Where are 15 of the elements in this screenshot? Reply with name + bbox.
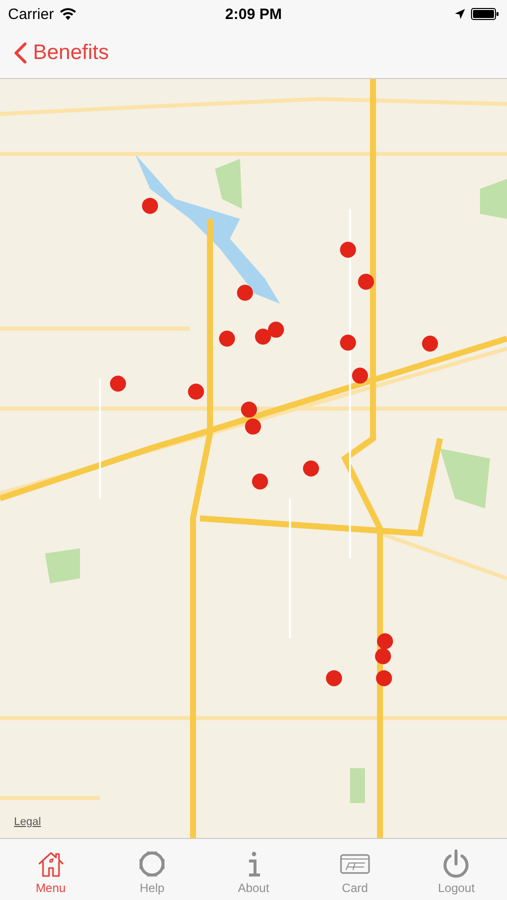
location-arrow-icon bbox=[455, 9, 465, 19]
tab-item[interactable]: Menu bbox=[0, 839, 102, 900]
tab-item[interactable]: Logout bbox=[406, 839, 507, 900]
wifi-icon bbox=[60, 8, 76, 20]
battery-icon bbox=[471, 8, 499, 20]
clock-time: 2:09 PM bbox=[225, 6, 282, 22]
back-button[interactable]: Benefits bbox=[14, 41, 109, 65]
carrier-name: Carrier bbox=[8, 6, 54, 22]
power-icon bbox=[441, 848, 472, 878]
tab-item[interactable]: Card bbox=[304, 839, 406, 900]
legal-link[interactable]: Legal bbox=[14, 816, 41, 828]
lifebuoy-icon bbox=[137, 848, 168, 878]
tab-item[interactable]: Help bbox=[101, 839, 203, 900]
tab-item[interactable]: About bbox=[202, 839, 304, 900]
chevron-left-icon bbox=[14, 42, 27, 64]
